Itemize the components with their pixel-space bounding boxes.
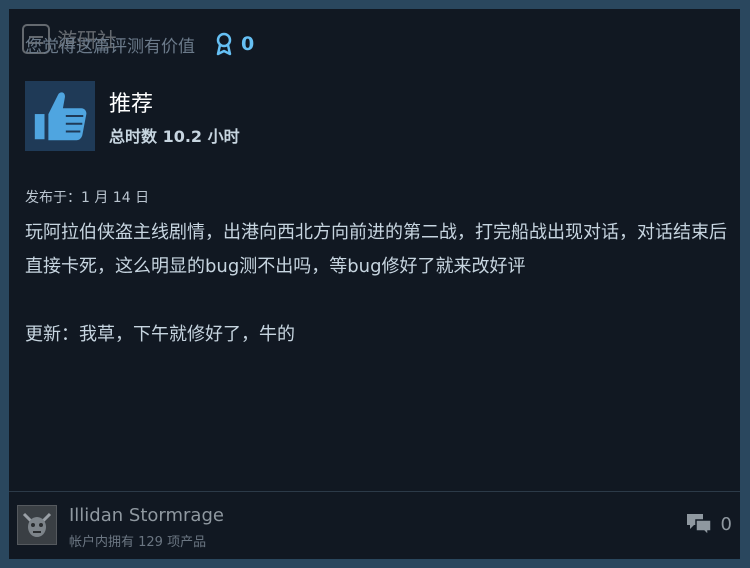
helpful-bar: 您觉得这篇评测有价值 0 xyxy=(25,31,254,57)
recommendation-badge[interactable] xyxy=(25,81,95,151)
review-header: 推荐 总时数 10.2 小时 xyxy=(25,81,240,151)
avatar[interactable] xyxy=(17,505,57,545)
comment-button[interactable]: 0 xyxy=(685,511,732,537)
recommendation-info: 推荐 总时数 10.2 小时 xyxy=(109,81,240,151)
award-button[interactable]: 0 xyxy=(213,32,254,56)
author-name[interactable]: Illidan Stormrage xyxy=(69,505,224,526)
demon-skull-avatar xyxy=(18,506,56,544)
posted-date: 发布于：1 月 14 日 xyxy=(25,190,150,206)
recommendation-title[interactable]: 推荐 xyxy=(109,91,240,119)
thumbs-up-icon xyxy=(34,92,87,141)
helpful-prompt: 您觉得这篇评测有价值 xyxy=(25,36,195,57)
playtime: 总时数 10.2 小时 xyxy=(109,127,240,146)
divider xyxy=(9,491,740,492)
award-count: 0 xyxy=(241,33,255,55)
review-card: 游研社 您觉得这篇评测有价值 0 推荐 总时数 10.2 小时 发布于：1 月 … xyxy=(9,9,740,559)
comment-count: 0 xyxy=(720,513,732,535)
author-products[interactable]: 帐户内拥有 129 项产品 xyxy=(69,531,206,550)
review-body: 玩阿拉伯侠盗主线剧情，出港向西北方向前进的第二战，打完船战出现对话，对话结束后直… xyxy=(25,222,727,345)
review-footer: Illidan Stormrage 帐户内拥有 129 项产品 0 xyxy=(17,503,732,550)
comment-bubble-icon xyxy=(686,514,712,537)
award-ribbon-icon xyxy=(216,32,232,56)
